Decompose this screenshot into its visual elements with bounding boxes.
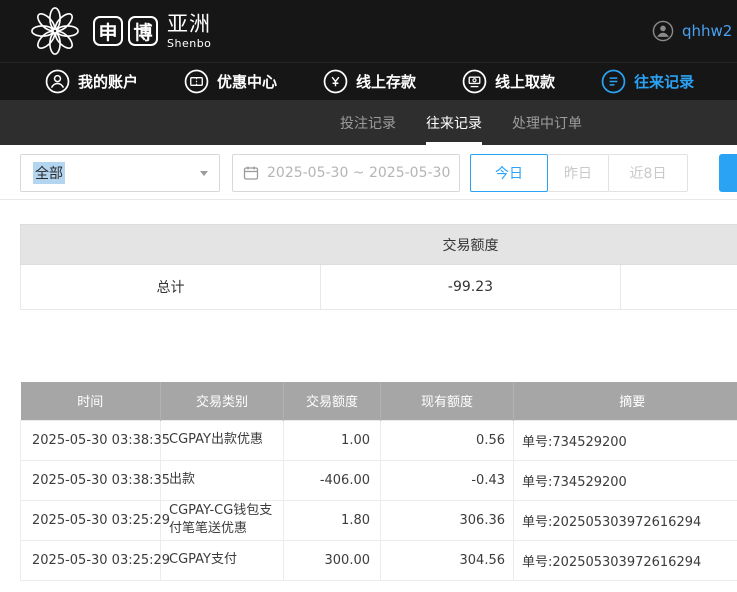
summary-total-label: 总计 <box>21 265 321 310</box>
nav-item-my-account[interactable]: 我的账户 <box>45 69 138 94</box>
brand-romanized: Shenbo <box>167 38 211 49</box>
withdraw-icon <box>462 69 487 94</box>
cell-type: CGPAY-CG钱包支付笔笔送优惠 <box>161 500 284 540</box>
tab-transaction-records[interactable]: 往来记录 <box>426 100 482 145</box>
logo-char-box-2: 博 <box>128 16 158 46</box>
main-nav: 我的账户 优惠中心 线上存款 线上 <box>0 62 737 100</box>
brand-region: 亚洲 <box>167 12 211 36</box>
date-range-input[interactable]: 2025-05-30 ~ 2025-05-30 <box>232 154 460 192</box>
user-account[interactable]: qhhw2 <box>652 0 732 62</box>
cell-amount: 300.00 <box>284 540 381 580</box>
cell-time: 2025-05-30 03:25:29 <box>21 540 161 580</box>
category-select[interactable]: 全部 <box>20 154 220 192</box>
summary-extra-cell <box>621 265 737 310</box>
cell-type: CGPAY出款优惠 <box>161 420 284 460</box>
nav-item-withdraw[interactable]: 线上取款 <box>462 69 555 94</box>
nav-item-records[interactable]: 往来记录 <box>601 69 694 94</box>
table-row: 2025-05-30 03:38:35 出款 -406.00 -0.43 单号:… <box>21 460 737 500</box>
records-icon <box>601 69 626 94</box>
cell-time: 2025-05-30 03:25:29 <box>21 500 161 540</box>
calendar-icon <box>243 165 259 181</box>
cell-amount: -406.00 <box>284 460 381 500</box>
cell-memo: 单号:734529200 <box>514 460 737 500</box>
nav-item-label: 我的账户 <box>78 71 138 92</box>
search-button[interactable] <box>719 154 737 192</box>
nav-item-label: 往来记录 <box>634 71 694 92</box>
user-avatar-icon <box>652 20 674 42</box>
last-8-days-button[interactable]: 近8日 <box>608 154 688 192</box>
table-row: 2025-05-30 03:25:29 CGPAY-CG钱包支付笔笔送优惠 1.… <box>21 500 737 540</box>
chevron-down-icon <box>200 171 208 176</box>
cell-amount: 1.80 <box>284 500 381 540</box>
col-balance: 现有额度 <box>381 382 514 420</box>
nav-item-label: 线上取款 <box>495 71 555 92</box>
cell-amount: 1.00 <box>284 420 381 460</box>
nav-item-label: 优惠中心 <box>217 71 277 92</box>
user-icon <box>45 69 70 94</box>
brand-region-wrap: 亚洲 Shenbo <box>167 14 211 49</box>
flower-logo-icon <box>30 6 80 56</box>
date-range-value: 2025-05-30 ~ 2025-05-30 <box>267 165 450 181</box>
coupon-icon <box>184 69 209 94</box>
table-row: 2025-05-30 03:25:29 CGPAY支付 300.00 304.5… <box>21 540 737 580</box>
top-header: 申 博 亚洲 Shenbo qhhw2 <box>0 0 737 62</box>
col-amount: 交易额度 <box>284 382 381 420</box>
cell-memo: 单号:202505303972616294 <box>514 540 737 580</box>
summary-title: 交易额度 <box>21 225 737 265</box>
col-time: 时间 <box>21 382 161 420</box>
category-select-value: 全部 <box>33 162 65 184</box>
tab-processing-orders[interactable]: 处理中订单 <box>512 100 582 145</box>
cell-time: 2025-05-30 03:38:35 <box>21 420 161 460</box>
nav-item-promotions[interactable]: 优惠中心 <box>184 69 277 94</box>
cell-memo: 单号:734529200 <box>514 420 737 460</box>
col-memo: 摘要 <box>514 382 737 420</box>
brand-logo[interactable]: 申 博 亚洲 Shenbo <box>30 6 211 56</box>
cell-balance: 306.36 <box>381 500 514 540</box>
summary-total-value: -99.23 <box>321 265 621 310</box>
table-row: 2025-05-30 03:38:35 CGPAY出款优惠 1.00 0.56 … <box>21 420 737 460</box>
table-header-row: 时间 交易类别 交易额度 现有额度 摘要 <box>21 382 737 420</box>
record-subtabs: 投注记录 往来记录 处理中订单 <box>0 100 737 145</box>
today-button[interactable]: 今日 <box>470 154 548 192</box>
username: qhhw2 <box>682 22 732 40</box>
nav-item-label: 线上存款 <box>356 71 416 92</box>
summary-table: 交易额度 总计 -99.23 <box>20 224 737 310</box>
cell-balance: 0.56 <box>381 420 514 460</box>
cell-memo: 单号:202505303972616294 <box>514 500 737 540</box>
tab-betting-records[interactable]: 投注记录 <box>340 100 396 145</box>
col-type: 交易类别 <box>161 382 284 420</box>
logo-char-box-1: 申 <box>93 16 123 46</box>
nav-item-deposit[interactable]: 线上存款 <box>323 69 416 94</box>
cell-type: CGPAY支付 <box>161 540 284 580</box>
cell-type: 出款 <box>161 460 284 500</box>
deposit-icon <box>323 69 348 94</box>
cell-balance: 304.56 <box>381 540 514 580</box>
filter-bar: 全部 2025-05-30 ~ 2025-05-30 今日 昨日 近8日 <box>0 145 737 200</box>
yesterday-button[interactable]: 昨日 <box>547 154 609 192</box>
transactions-table: 时间 交易类别 交易额度 现有额度 摘要 2025-05-30 03:38:35… <box>20 382 737 581</box>
cell-time: 2025-05-30 03:38:35 <box>21 460 161 500</box>
cell-balance: -0.43 <box>381 460 514 500</box>
summary-row: 总计 -99.23 <box>21 265 737 310</box>
